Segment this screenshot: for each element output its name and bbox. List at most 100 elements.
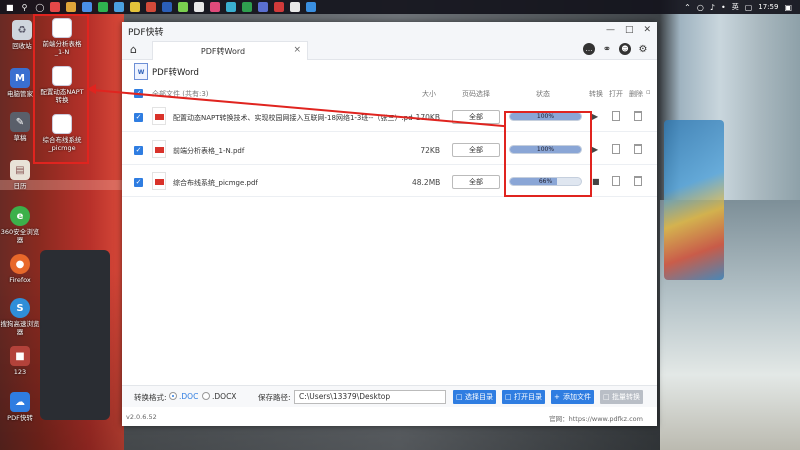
message-icon[interactable]: … (583, 43, 595, 55)
file-size: 72KB (420, 146, 440, 155)
row-checkbox[interactable]: ✓ (134, 178, 143, 187)
taskbar-app-icon[interactable] (66, 2, 77, 12)
column-delete: 删除 (629, 90, 643, 98)
file-name: 前端分析表格_1-N.pdf (173, 147, 245, 155)
search-icon[interactable]: ⚲ (22, 3, 28, 12)
taskbar-app-icon[interactable] (210, 2, 221, 12)
taskbar-app-icon[interactable] (146, 2, 157, 12)
taskbar-app-icon[interactable] (274, 2, 285, 12)
column-page-range: 页码选择 (462, 90, 490, 98)
taskbar-app-icon[interactable] (226, 2, 237, 12)
pdf-file-icon (152, 107, 166, 125)
convert-icon: □ (603, 393, 610, 401)
task-view-icon[interactable]: ◯ (35, 3, 44, 12)
desktop-icon-label: 回收站 (12, 42, 32, 50)
play-icon[interactable]: ▶ (592, 145, 598, 154)
window-titlebar[interactable]: PDF快转 — □ ✕ (122, 22, 657, 40)
taskbar-app-icon[interactable] (130, 2, 141, 12)
desktop-icon-label: PDF快转 (7, 414, 33, 422)
close-icon[interactable]: ✕ (643, 25, 651, 35)
desktop-icon-label: 电脑管家 (7, 90, 33, 98)
tab-pdf-to-word[interactable]: PDF转Word × (152, 41, 308, 60)
batch-convert-button[interactable]: □ 批量转换 (600, 390, 643, 404)
trash-icon[interactable] (634, 176, 642, 186)
tab-close-icon[interactable]: × (293, 45, 301, 55)
taskbar-app-icon[interactable] (290, 2, 301, 12)
folder-icon: □ (456, 393, 463, 401)
button-label: 批量转换 (612, 393, 640, 401)
page-range-button[interactable]: 全部 (452, 143, 500, 157)
sogou-browser-icon: S (10, 298, 30, 318)
taskbar-app-icon[interactable] (82, 2, 93, 12)
home-icon[interactable]: ⌂ (130, 43, 137, 56)
desktop-icon-calendar[interactable]: ▤ 日历 (0, 160, 40, 190)
save-path-input[interactable]: C:\Users\13379\Desktop (294, 390, 446, 404)
open-file-icon[interactable] (612, 144, 620, 154)
bottom-toolbar: 转换格式: .DOC .DOCX 保存路径: C:\Users\13379\De… (122, 385, 657, 407)
open-file-icon[interactable] (612, 176, 620, 186)
headset-icon[interactable]: ⚭ (601, 43, 613, 55)
row-checkbox[interactable]: ✓ (134, 146, 143, 155)
taskbar-app-icon[interactable] (306, 2, 317, 12)
360-browser-icon: e (10, 206, 30, 226)
keyboard-icon[interactable]: ▢ (745, 3, 753, 12)
taskbar: ■ ⚲ ◯ ⌃ ○ ♪ • 英 ▢ 17:59 ▣ (0, 0, 800, 14)
format-docx-radio[interactable] (202, 392, 210, 400)
trash-icon[interactable] (634, 144, 642, 154)
clock[interactable]: 17:59 (758, 3, 778, 11)
desktop-icon-123[interactable]: ■ 123 (0, 346, 40, 376)
taskbar-app-icon[interactable] (50, 2, 61, 12)
maximize-icon[interactable]: □ (625, 25, 634, 35)
mode-title: PDF转Word (152, 68, 199, 78)
play-icon[interactable]: ▶ (592, 112, 598, 121)
notification-icon[interactable]: ▣ (784, 3, 792, 12)
recycle-bin-icon: ♻ (12, 20, 32, 40)
button-label: 选择目录 (465, 393, 493, 401)
desktop-icon-pdf-kuaizhuan[interactable]: ☁ PDF快转 (0, 392, 40, 422)
row-checkbox[interactable]: ✓ (134, 113, 143, 122)
column-status: 状态 (536, 90, 550, 98)
window-title: PDF快转 (128, 27, 164, 38)
format-docx-label[interactable]: .DOCX (212, 392, 236, 401)
system-tray: ⌃ ○ ♪ • 英 ▢ 17:59 ▣ (684, 0, 800, 14)
folder-icon: ■ (10, 346, 30, 366)
format-doc-radio[interactable] (169, 392, 177, 400)
choose-directory-button[interactable]: □ 选择目录 (453, 390, 496, 404)
nav-bar: ⌂ PDF转Word × … ⚭ ☻ ⚙ (122, 40, 657, 60)
format-doc-label[interactable]: .DOC (179, 392, 198, 401)
page-range-button[interactable]: 全部 (452, 175, 500, 189)
save-path-label: 保存路径: (258, 393, 291, 402)
open-file-icon[interactable] (612, 111, 620, 121)
taskbar-app-icon[interactable] (162, 2, 173, 12)
minimize-icon[interactable]: — (606, 25, 615, 35)
taskbar-app-icon[interactable] (178, 2, 189, 12)
gear-icon[interactable]: ⚙ (637, 43, 649, 55)
ime-indicator[interactable]: 英 (732, 2, 739, 12)
add-file-button[interactable]: + 添加文件 (551, 390, 594, 404)
trash-icon[interactable] (634, 111, 642, 121)
taskbar-app-icon[interactable] (114, 2, 125, 12)
website-link[interactable]: 官网：https://www.pdfkz.com (549, 413, 643, 423)
tray-overflow-icon[interactable]: ⌃ (684, 3, 691, 12)
nav-icons: … ⚭ ☻ ⚙ (583, 43, 649, 55)
desktop-icon-label: 360安全浏览器 (0, 228, 40, 244)
taskbar-app-icon[interactable] (242, 2, 253, 12)
volume-icon[interactable]: ♪ (710, 3, 715, 12)
tab-label: PDF转Word (200, 47, 246, 56)
taskbar-app-icon[interactable] (194, 2, 205, 12)
desktop-icon-360-browser[interactable]: e 360安全浏览器 (0, 206, 40, 244)
column-size: 大小 (422, 90, 436, 98)
network-icon[interactable]: ○ (697, 3, 704, 12)
open-directory-button[interactable]: □ 打开目录 (502, 390, 545, 404)
desktop-icon-sogou-browser[interactable]: S 搜狗高速浏览器 (0, 298, 40, 336)
trash-all-icon[interactable]: ▫ (646, 88, 651, 96)
taskbar-app-icon[interactable] (98, 2, 109, 12)
pdf-kuaizhuan-window: PDF快转 — □ ✕ ⌂ PDF转Word × … ⚭ ☻ ⚙ W PDF转W… (122, 22, 657, 426)
taskbar-app-icon[interactable] (258, 2, 269, 12)
wallpaper-mural (664, 120, 724, 280)
desktop-icon-firefox[interactable]: ● Firefox (0, 254, 40, 284)
desktop-icon-label: 搜狗高速浏览器 (0, 320, 40, 336)
user-icon[interactable]: ☻ (619, 43, 631, 55)
stop-icon[interactable]: ■ (592, 177, 600, 186)
start-icon[interactable]: ■ (6, 3, 14, 12)
